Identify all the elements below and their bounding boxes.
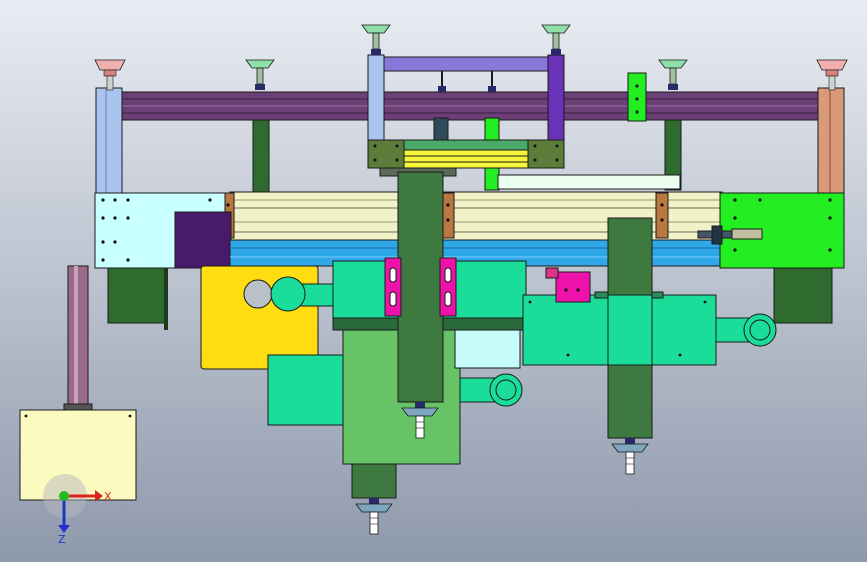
center-lift-column[interactable]	[397, 171, 444, 403]
right-roller[interactable]	[715, 313, 777, 347]
model-viewport[interactable]: X Z	[0, 0, 867, 562]
beam-bracket-right[interactable]	[655, 192, 669, 239]
lower-left-block[interactable]	[267, 354, 349, 426]
left-post[interactable]	[95, 87, 123, 194]
beam-bracket-center[interactable]	[441, 192, 455, 239]
slot-plate-left[interactable]	[384, 257, 402, 317]
cyan-window[interactable]	[454, 329, 521, 369]
axis-z-label: Z	[58, 533, 66, 546]
yellow-mount-plate[interactable]	[200, 265, 319, 370]
purple-motor-block[interactable]	[174, 211, 232, 269]
center-roller[interactable]	[459, 373, 523, 407]
bottom-column[interactable]	[351, 463, 397, 499]
left-support-pillar[interactable]	[63, 265, 93, 411]
right-post[interactable]	[817, 87, 845, 194]
guide-plate[interactable]	[497, 174, 681, 190]
left-gearbox[interactable]	[107, 267, 168, 330]
side-bracket[interactable]	[627, 72, 647, 122]
cad-assembly-view[interactable]: X Z	[0, 0, 867, 562]
top-rail-beam[interactable]	[119, 91, 821, 121]
axis-x-label: X	[104, 490, 112, 503]
slot-plate-right[interactable]	[439, 257, 457, 317]
right-gearbox[interactable]	[773, 267, 833, 324]
